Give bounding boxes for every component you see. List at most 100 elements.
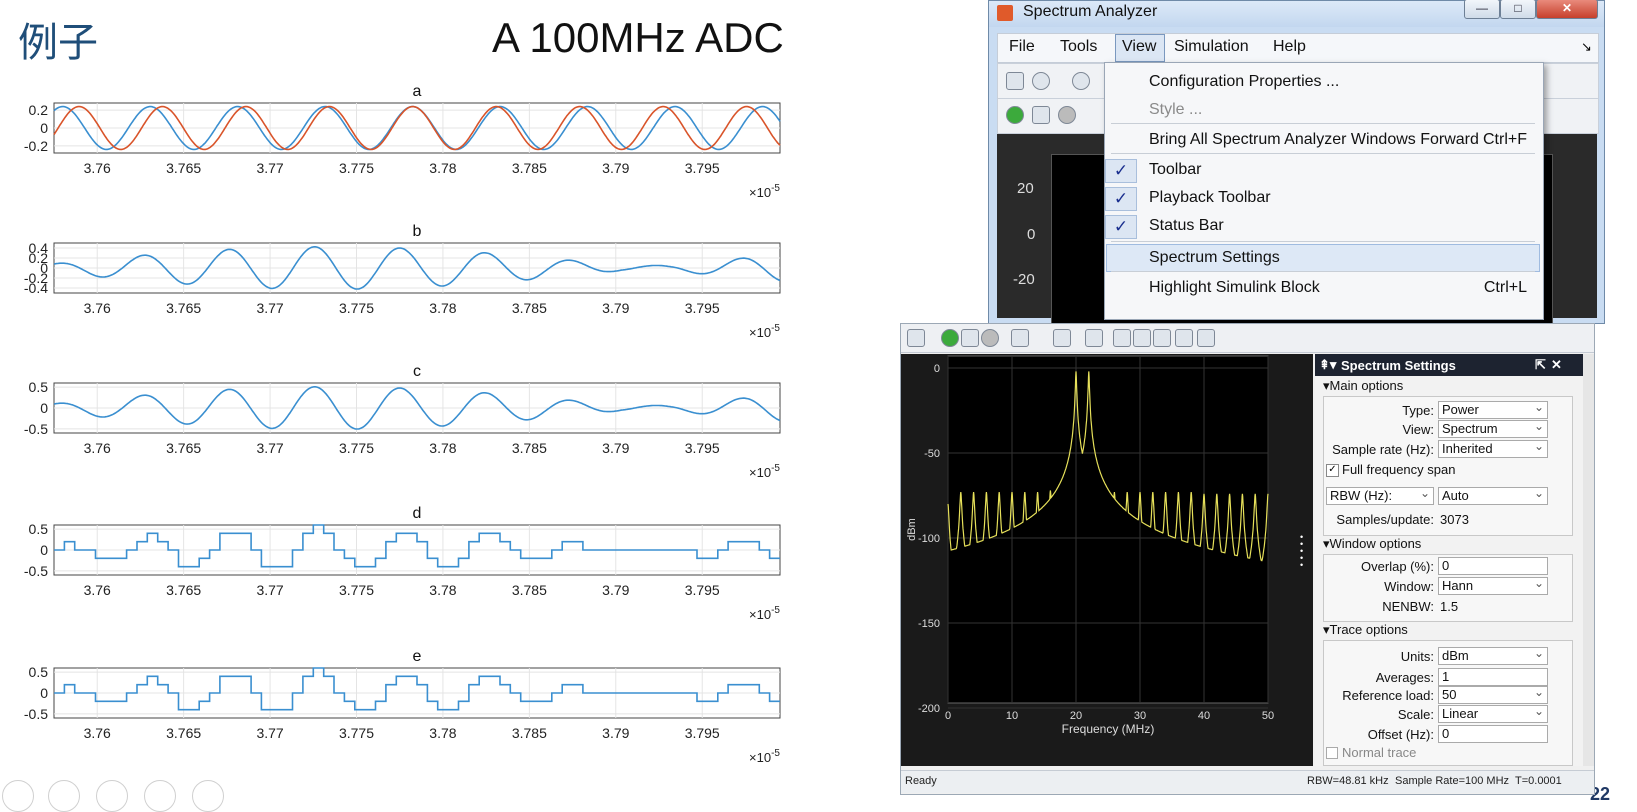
zoom-icon[interactable] <box>1053 329 1071 347</box>
matlab-icon <box>997 5 1013 21</box>
type-select[interactable]: Power <box>1438 399 1548 419</box>
cursor-icon[interactable] <box>1113 329 1131 347</box>
spectrum-toolbar <box>901 324 1594 353</box>
sa-ytick: -20 <box>1013 271 1035 288</box>
settings-icon[interactable] <box>907 329 925 347</box>
slides-icon[interactable] <box>96 780 128 812</box>
zoom-icon[interactable] <box>144 780 176 812</box>
y-tick-label: -0.5 <box>24 706 48 722</box>
y-tick-label: -0.4 <box>24 280 48 296</box>
menu-simulation[interactable]: Simulation <box>1174 38 1249 56</box>
y-tick-label: -0.5 <box>24 421 48 437</box>
view-menu-item[interactable]: Configuration Properties ... <box>1105 71 1541 97</box>
close-button[interactable]: ✕ <box>1536 0 1598 19</box>
stop-icon[interactable] <box>1058 106 1076 124</box>
subplot-a: a 0.2 0 -0.2 3.76 3.765 3.77 3.775 3.78 3.785 3.79… <box>24 83 781 200</box>
slide-title: 例子 <box>18 20 98 66</box>
view-menu-item-label: Bring All Spectrum Analyzer Windows Forw… <box>1149 131 1479 148</box>
pen-icon[interactable] <box>48 780 80 812</box>
overlap-field[interactable]: 0 <box>1438 557 1548 575</box>
window-options-header[interactable]: ▾Window options <box>1323 536 1421 552</box>
table-icon[interactable] <box>1197 329 1215 347</box>
view-menu-item[interactable]: Spectrum Settings <box>1105 247 1541 273</box>
normal-trace-checkbox[interactable] <box>1326 747 1338 759</box>
type-label: Type: <box>1402 403 1434 418</box>
panel-scrollbar[interactable] <box>1583 354 1594 766</box>
measure-icon[interactable] <box>1133 329 1151 347</box>
trace-options-header[interactable]: ▾Trace options <box>1323 622 1408 638</box>
x-tick-label: 3.77 <box>256 440 283 456</box>
subplot-title: d <box>413 505 422 522</box>
rbw-field[interactable]: Auto <box>1438 485 1548 505</box>
pin-icon[interactable]: ⇞▾ <box>1319 357 1336 373</box>
splitter-handle[interactable]: • • • • • <box>1300 533 1308 574</box>
maximize-button[interactable]: □ <box>1500 0 1536 19</box>
window-select[interactable]: Hann <box>1438 575 1548 595</box>
x-exponent-label: ×10-5 <box>749 605 780 622</box>
view-select[interactable]: Spectrum <box>1438 418 1548 438</box>
trigger-icon[interactable] <box>1011 329 1029 347</box>
stats-icon[interactable] <box>1175 329 1193 347</box>
x-tick-label: 3.78 <box>429 582 456 598</box>
subplot-e: e 0.5 0 -0.5 3.76 3.765 3.77 3.775 3.78 3.785 3.79… <box>24 648 781 765</box>
x-exponent-label: ×10-5 <box>749 463 780 480</box>
window-options-label: Window options <box>1329 536 1422 551</box>
y-tick-label: 0.5 <box>29 379 49 395</box>
menu-view[interactable]: View <box>1122 38 1156 56</box>
main-options-header[interactable]: ▾Main options <box>1323 378 1403 394</box>
step-icon[interactable] <box>1032 106 1050 124</box>
menu-help[interactable]: Help <box>1273 38 1306 56</box>
x-tick-label: 3.795 <box>685 725 720 741</box>
ref-load-field[interactable]: 50 <box>1438 684 1548 704</box>
gear-icon[interactable] <box>1032 72 1050 90</box>
dock-icon[interactable]: ↘ <box>1581 39 1592 55</box>
view-menu-item[interactable]: ✓ Toolbar <box>1105 159 1541 185</box>
settings-icon[interactable] <box>1006 72 1024 90</box>
averages-field[interactable]: 1 <box>1438 668 1548 686</box>
peak-icon[interactable] <box>1153 329 1171 347</box>
run-icon[interactable] <box>1006 106 1024 124</box>
x-tick-label: 3.795 <box>685 440 720 456</box>
view-menu-item[interactable]: Highlight Simulink Block Ctrl+L <box>1105 277 1541 303</box>
spectrum-app-window: 0 -50 -100 -150 -200 0 10 20 30 40 50 Frequency (MH… <box>900 323 1595 795</box>
zoom-in-icon[interactable] <box>1072 72 1090 90</box>
minimize-button[interactable]: — <box>1464 0 1500 19</box>
stop-icon[interactable] <box>981 329 999 347</box>
autoscale-icon[interactable] <box>1085 329 1103 347</box>
panel-close-icon[interactable]: ✕ <box>1551 357 1562 373</box>
undock-icon[interactable]: ⇱ <box>1535 357 1546 373</box>
status-rate: Sample Rate=100 MHz <box>1395 775 1510 787</box>
play-icon[interactable] <box>2 780 34 812</box>
more-icon[interactable] <box>192 780 224 812</box>
menu-tools[interactable]: Tools <box>1060 38 1097 56</box>
x-tick-label: 3.795 <box>685 582 720 598</box>
trace-options-box: Units: dBm Averages: 1 Reference load: 5… <box>1323 640 1573 766</box>
view-menu: Configuration Properties ... Style ... Bri… <box>1104 62 1544 320</box>
subplot-title: e <box>413 648 422 665</box>
scale-select[interactable]: Linear <box>1438 703 1548 723</box>
checkmark-icon: ✓ <box>1105 159 1137 183</box>
view-menu-item[interactable]: ✓ Playback Toolbar <box>1105 187 1541 213</box>
window-options-box: Overlap (%): 0 Window: Hann NENBW: 1.5 <box>1323 554 1573 622</box>
x-tick-label: 3.78 <box>429 160 456 176</box>
view-menu-item-label: Style ... <box>1149 101 1203 118</box>
units-select[interactable]: dBm <box>1438 645 1548 665</box>
full-span-checkbox[interactable]: ✓ <box>1326 464 1339 477</box>
rbw-select[interactable]: RBW (Hz): <box>1326 485 1434 505</box>
y-tick-label: 0 <box>40 685 48 701</box>
view-menu-item[interactable]: Bring All Spectrum Analyzer Windows Forw… <box>1105 129 1541 155</box>
sample-rate-field[interactable]: Inherited <box>1438 438 1548 458</box>
offset-field[interactable]: 0 <box>1438 725 1548 743</box>
x-tick-label: 3.785 <box>512 725 547 741</box>
units-label: Units: <box>1400 649 1434 664</box>
menu-file[interactable]: File <box>1009 38 1035 56</box>
run-icon[interactable] <box>941 329 959 347</box>
subplot-c: c 0.5 0 -0.5 3.76 3.765 3.77 3.775 3.78 3.785 3.79… <box>24 363 781 480</box>
spectrum-x-tick: 40 <box>1198 710 1210 722</box>
x-tick-label: 3.77 <box>256 582 283 598</box>
view-menu-item[interactable]: ✓ Status Bar <box>1105 215 1541 241</box>
step-icon[interactable] <box>961 329 979 347</box>
y-tick-label: 0 <box>40 542 48 558</box>
spectrum-y-tick: -100 <box>918 533 940 545</box>
x-tick-label: 3.765 <box>166 582 201 598</box>
